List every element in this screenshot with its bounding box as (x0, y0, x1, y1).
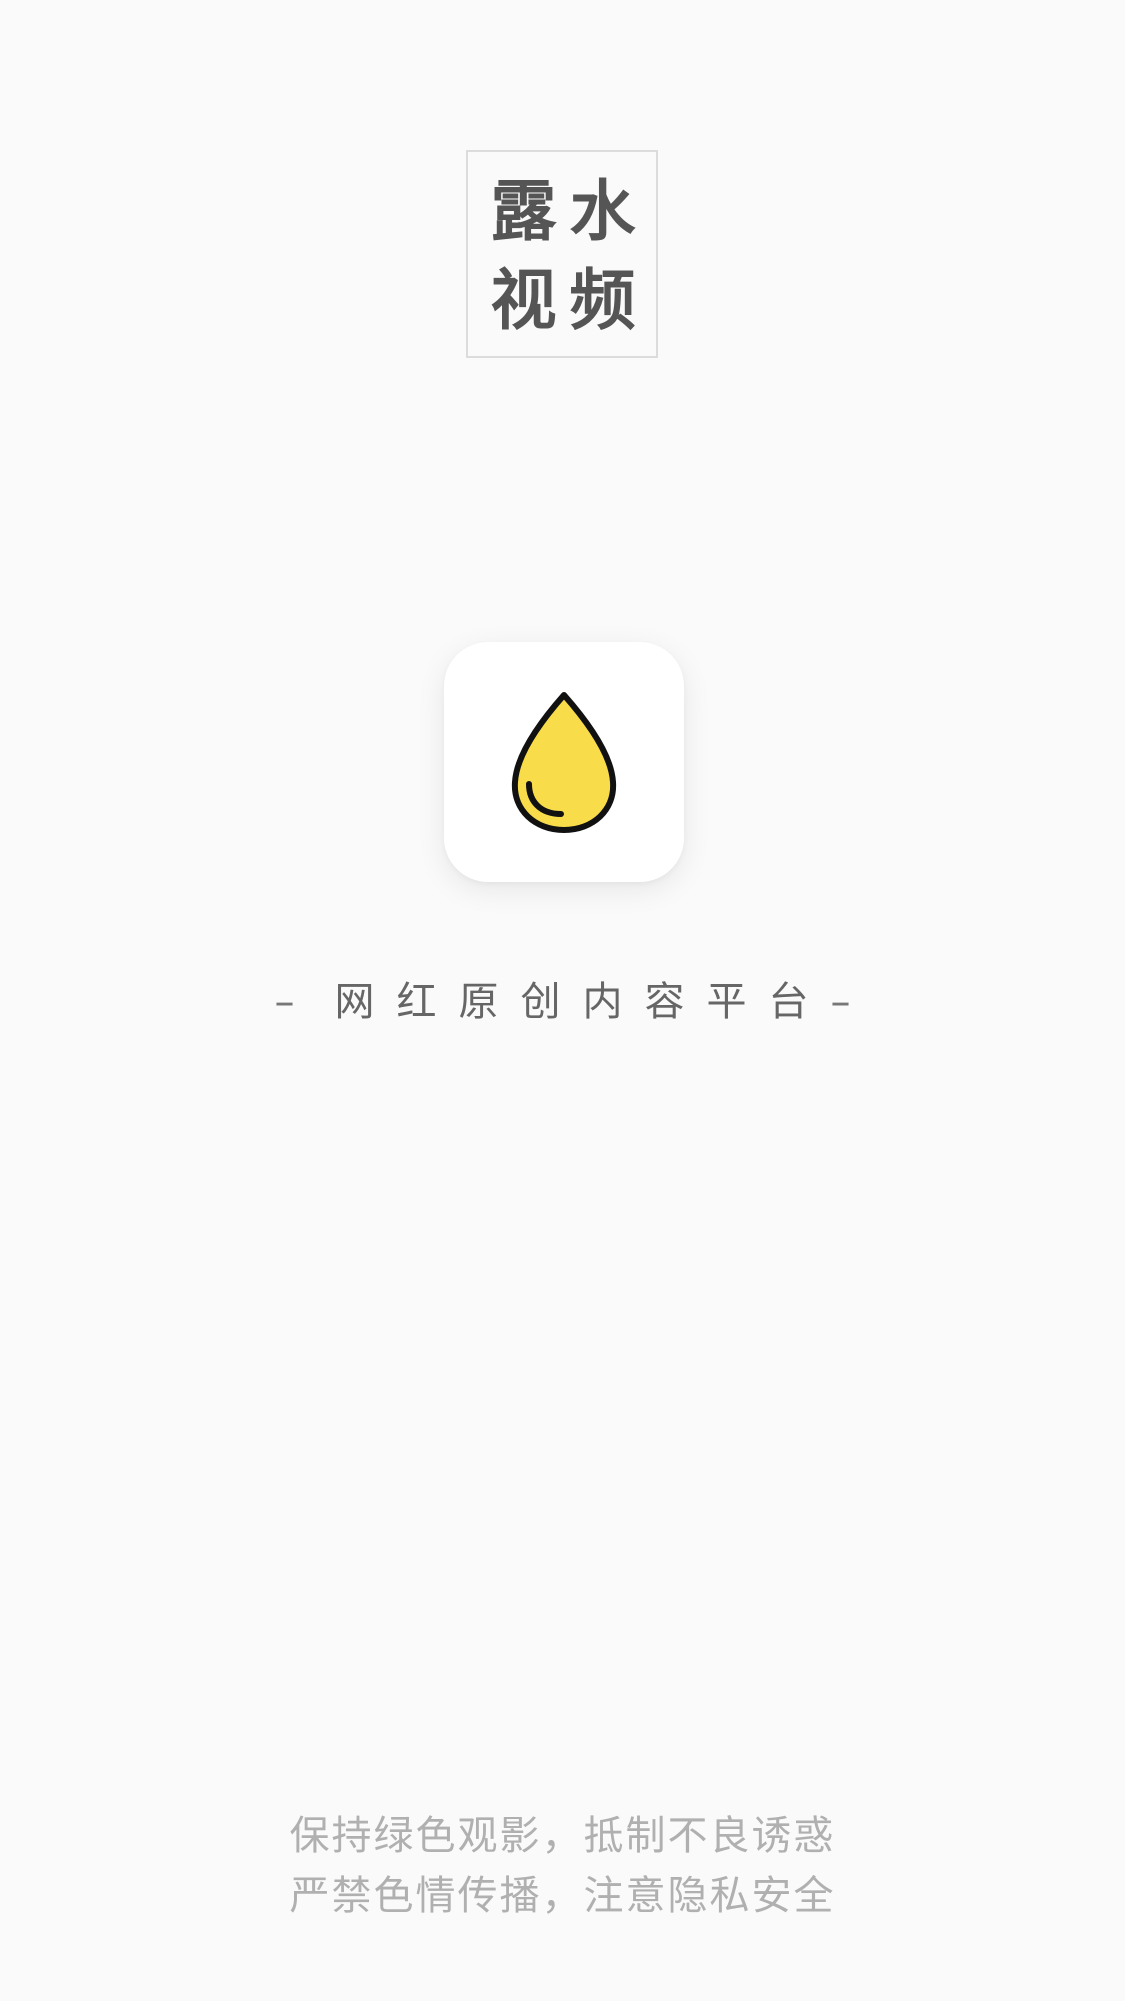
slogan-dash-right: – (830, 979, 851, 1025)
slogan: – 网红原创内容平台– (0, 972, 1125, 1032)
app-title-stamp: 露 水 视 频 (466, 150, 658, 358)
slogan-dash-left: – (274, 979, 295, 1025)
notice-line: 保持绿色观影，抵制不良诱惑 (289, 1813, 836, 1859)
title-char: 频 (569, 260, 636, 339)
title-char: 水 (569, 171, 636, 250)
slogan-text: 网红原创内容平台 (334, 979, 831, 1025)
splash-screen: 露 水 视 频 – 网红原创内容平台– 保持绿色观影，抵制不良诱惑 严禁色情传播，… (0, 0, 1125, 2001)
title-char: 视 (490, 260, 557, 339)
app-logo (444, 642, 684, 882)
title-char: 露 (490, 171, 557, 250)
notice-line: 严禁色情传播，注意隐私安全 (289, 1873, 836, 1919)
water-drop-icon (511, 692, 617, 833)
safety-notice: 保持绿色观影，抵制不良诱惑 严禁色情传播，注意隐私安全 (0, 1806, 1125, 1926)
